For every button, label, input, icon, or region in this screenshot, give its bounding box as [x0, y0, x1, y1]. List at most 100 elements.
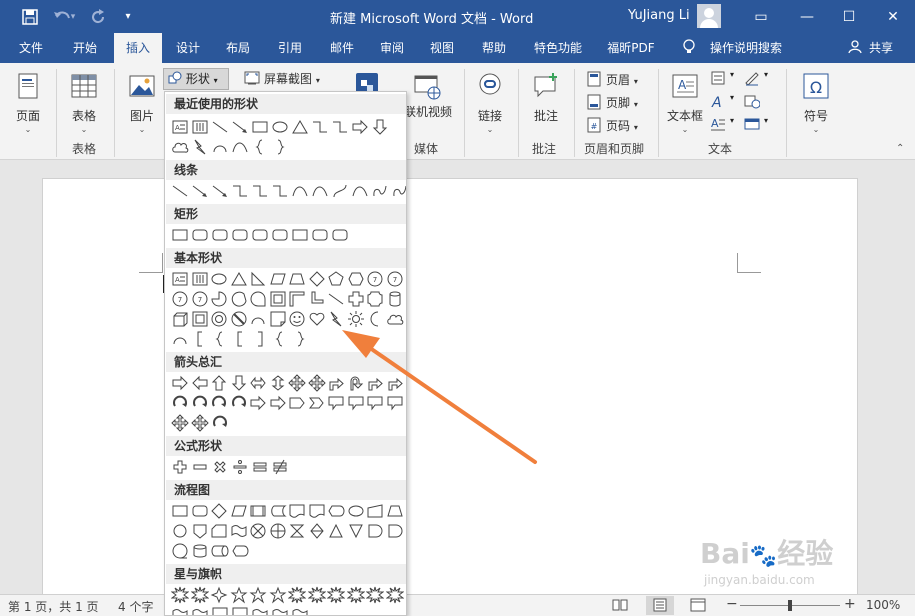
shape-wave-icon[interactable] [230, 522, 248, 540]
shape-half-icon[interactable] [288, 290, 306, 308]
shape-brace-icon[interactable] [251, 138, 269, 156]
shape-circarrow-icon[interactable] [171, 394, 189, 412]
undo-dropdown-icon[interactable]: ▾ [66, 0, 80, 33]
signature-line-icon[interactable] [744, 70, 762, 88]
shape-frame-icon[interactable] [269, 290, 287, 308]
shape-cube-icon[interactable] [171, 310, 189, 328]
shape-burst-icon[interactable] [190, 586, 209, 604]
shape-burst-icon[interactable] [287, 586, 307, 604]
shape-elbow-icon[interactable] [331, 118, 349, 136]
word-count[interactable]: 4 个字 [118, 598, 153, 615]
shape-star5-icon[interactable] [249, 586, 267, 604]
shape-pentArrow-icon[interactable] [288, 394, 306, 412]
online-video-button[interactable] [402, 71, 452, 107]
shape-orjunc-icon[interactable] [269, 522, 287, 540]
shape-quadarrow-icon[interactable] [288, 374, 306, 392]
shape-rrect-icon[interactable] [211, 226, 229, 244]
shape-plaque-icon[interactable] [366, 290, 384, 308]
shape-burst-icon[interactable] [307, 586, 326, 604]
shape-seqaccess-icon[interactable] [171, 542, 189, 560]
shape-elbow-icon[interactable] [271, 182, 289, 200]
shape-sumjunc-icon[interactable] [249, 522, 267, 540]
shape-merge-icon[interactable] [347, 522, 365, 540]
shape-noSym-icon[interactable] [230, 310, 248, 328]
drop-cap-icon[interactable]: A [710, 116, 728, 134]
shape-quadarrow-icon[interactable] [191, 414, 209, 432]
zoom-level[interactable]: 100% [866, 598, 900, 612]
tab-insert[interactable]: 插入 [114, 33, 162, 63]
pages-button[interactable]: 页面 ⌄ [10, 71, 46, 134]
shape-rrect-icon[interactable] [271, 226, 289, 244]
avatar[interactable] [697, 4, 721, 28]
shape-diamond-icon[interactable] [308, 270, 326, 288]
shape-doc-icon[interactable] [288, 502, 306, 520]
shape-arrowR-icon[interactable] [249, 394, 267, 412]
shape-frame-icon[interactable] [191, 310, 209, 328]
shape-pie-icon[interactable] [210, 290, 228, 308]
shape-circarrow-icon[interactable] [210, 394, 228, 412]
shape-bracketR-icon[interactable] [251, 330, 269, 348]
tell-me-search[interactable]: 操作说明搜索 [704, 33, 788, 63]
tab-design[interactable]: 设计 [166, 33, 210, 63]
shape-udarrow-icon[interactable] [269, 374, 287, 392]
shape-elbow-icon[interactable] [231, 182, 249, 200]
tab-special-features[interactable]: 特色功能 [526, 33, 590, 63]
shape-arc-icon[interactable] [211, 138, 229, 156]
tab-foxit-pdf[interactable]: 福昕PDF [600, 33, 662, 63]
chevron-down-icon[interactable]: ▾ [764, 116, 768, 125]
zoom-out-button[interactable]: − [726, 596, 738, 612]
shape-predef-icon[interactable] [249, 502, 267, 520]
wordart-icon[interactable]: A [710, 93, 728, 111]
shape-wave-icon[interactable] [291, 606, 309, 615]
shape-free-icon[interactable] [371, 182, 389, 200]
shape-curve-icon[interactable] [291, 182, 309, 200]
shape-arrowU-icon[interactable] [210, 374, 228, 392]
table-button[interactable]: 表格 ⌄ [66, 71, 102, 134]
tab-review[interactable]: 审阅 [370, 33, 414, 63]
shape-curve-icon[interactable] [351, 182, 369, 200]
shape-trap-icon[interactable] [386, 502, 404, 520]
shape-arrowR-icon[interactable] [269, 394, 287, 412]
close-button[interactable]: ✕ [870, 0, 915, 33]
shape-lrarrow-icon[interactable] [249, 374, 267, 392]
date-time-icon[interactable] [744, 93, 762, 111]
shape-line-icon[interactable] [211, 118, 229, 136]
shape-rrect-icon[interactable] [231, 226, 249, 244]
shape-circarrow-icon[interactable] [230, 394, 248, 412]
shape-burst-icon[interactable] [346, 586, 365, 604]
shape-heart-icon[interactable] [308, 310, 326, 328]
shapes-button[interactable]: 形状 ▾ [163, 68, 229, 90]
shape-rtri-icon[interactable] [249, 270, 267, 288]
shape-chevron-icon[interactable] [308, 394, 326, 412]
shape-tri-icon[interactable] [230, 270, 248, 288]
save-icon[interactable] [14, 0, 46, 33]
shape-tear-icon[interactable] [249, 290, 267, 308]
quick-parts-icon[interactable] [710, 70, 728, 88]
shape-direct-icon[interactable] [211, 542, 229, 560]
shape-pent-icon[interactable] [327, 270, 345, 288]
chevron-down-icon[interactable]: ▾ [730, 93, 734, 102]
shape-donut-icon[interactable] [210, 310, 228, 328]
shape-arrowline-icon[interactable] [211, 182, 229, 200]
shape-para-icon[interactable] [269, 270, 287, 288]
shape-arc-icon[interactable] [171, 330, 189, 348]
shape-elbow-icon[interactable] [251, 182, 269, 200]
customize-toolbar-icon[interactable]: ▾ [112, 0, 144, 33]
collapse-ribbon-icon[interactable]: ⌃ [896, 143, 904, 154]
shape-rrect-icon[interactable] [251, 226, 269, 244]
shape-brace-icon[interactable] [211, 330, 229, 348]
chevron-down-icon[interactable]: ▾ [764, 70, 768, 79]
shape-circarrow-icon[interactable] [211, 414, 229, 432]
shape-fold-icon[interactable] [231, 606, 249, 615]
shape-arrowline-icon[interactable] [191, 182, 209, 200]
shape-equal-icon[interactable] [251, 458, 269, 476]
shape-manual-icon[interactable] [366, 502, 384, 520]
print-layout-icon[interactable] [646, 596, 674, 615]
maximize-button[interactable]: ☐ [826, 0, 872, 33]
shape-rect-icon[interactable] [291, 226, 309, 244]
web-layout-icon[interactable] [690, 598, 706, 612]
shape-bolt-icon[interactable] [191, 138, 209, 156]
shape-magdisk-icon[interactable] [191, 542, 209, 560]
shape-fold-icon[interactable] [211, 606, 229, 615]
shape-cloud-icon[interactable] [171, 138, 189, 156]
